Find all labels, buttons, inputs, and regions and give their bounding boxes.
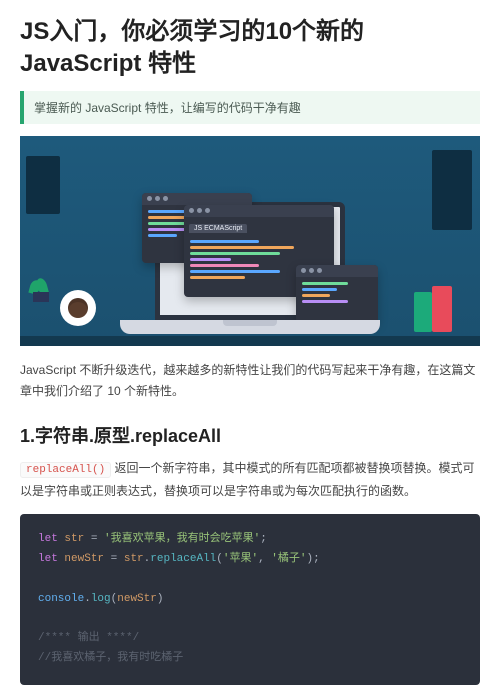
section-1-paragraph: replaceAll() 返回一个新字符串，其中模式的所有匹配项都被替换项替换。… — [20, 458, 480, 502]
bg-shape — [26, 156, 60, 214]
bg-shape — [432, 150, 472, 230]
code-block: let str = '我喜欢苹果，我有时会吃苹果'; let newStr = … — [20, 514, 480, 685]
intro-paragraph: JavaScript 不断升级迭代，越来越多的新特性让我们的代码写起来干净有趣，… — [20, 360, 480, 402]
hero-illustration: JS ECMAScript — [20, 136, 480, 346]
book-decor — [414, 292, 432, 332]
laptop-illustration: JS ECMAScript — [120, 202, 380, 334]
callout-quote: 掌握新的 JavaScript 特性，让编写的代码干净有趣 — [20, 91, 480, 124]
desk-decor — [20, 336, 480, 346]
code-window-title: JS ECMAScript — [189, 224, 247, 233]
coffee-cup-decor — [60, 290, 96, 326]
page-title: JS入门，你必须学习的10个新的JavaScript 特性 — [20, 16, 480, 81]
inline-code: replaceAll() — [20, 462, 111, 478]
plant-decor — [30, 276, 52, 302]
book-decor — [432, 286, 452, 332]
section-1-heading: 1.字符串.原型.replaceAll — [20, 422, 480, 448]
